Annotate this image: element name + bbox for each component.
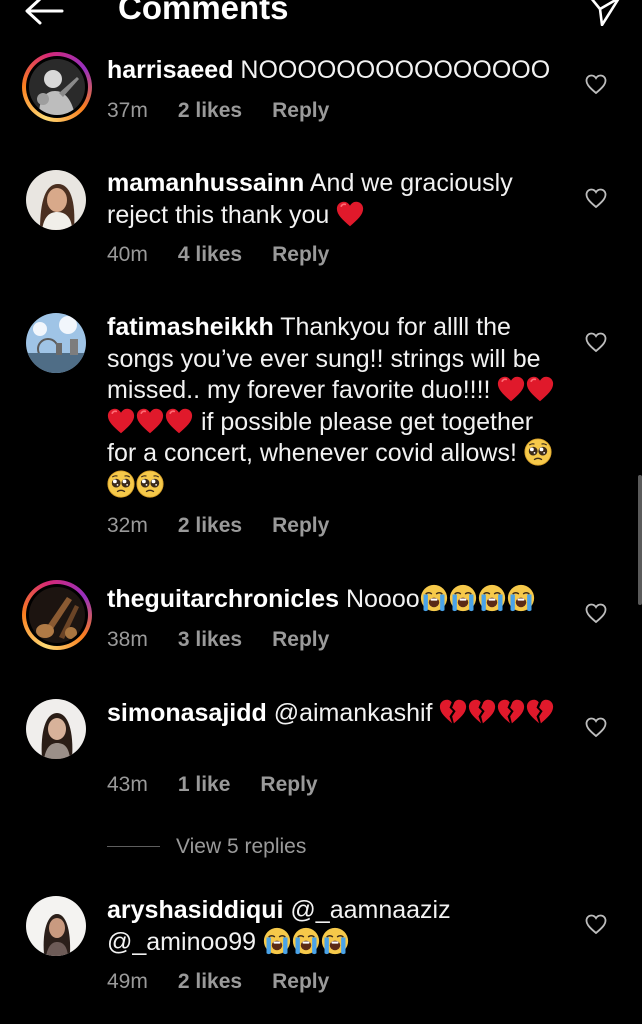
like-heart-icon[interactable] xyxy=(584,601,608,625)
comment-username[interactable]: theguitarchronicles xyxy=(107,585,339,613)
pleading-face-icon xyxy=(136,470,164,498)
avatar[interactable] xyxy=(26,896,86,956)
paper-plane-icon xyxy=(590,0,620,27)
page-title: Comments xyxy=(118,0,289,26)
comment-username[interactable]: aryshasiddiqui xyxy=(107,896,283,924)
loudly-crying-face-icon xyxy=(507,584,535,612)
comment-meta: 32m 2 likes Reply xyxy=(107,511,329,541)
avatar[interactable] xyxy=(26,170,86,230)
comments-screen: Comments harrisaeed NOOOOOOOOOOOOOOO 37m… xyxy=(0,0,642,1024)
comment-likes[interactable]: 2 likes xyxy=(178,511,242,541)
comment-text: fatimasheikkh Thankyou for allll the son… xyxy=(107,312,567,501)
comment-meta: 43m 1 like Reply xyxy=(107,770,318,800)
red-heart-icon xyxy=(165,407,193,435)
pleading-face-icon xyxy=(524,438,552,466)
comment-username[interactable]: fatimasheikkh xyxy=(107,313,274,341)
comment-meta: 38m 3 likes Reply xyxy=(107,625,329,655)
comment-time: 32m xyxy=(107,514,148,537)
crying-emojis xyxy=(420,585,536,613)
comment-meta: 37m 2 likes Reply xyxy=(107,96,329,126)
broken-heart-icon xyxy=(526,698,554,726)
comment-text: aryshasiddiqui @_aamnaaziz @_aminoo99 xyxy=(107,895,567,958)
reply-button[interactable]: Reply xyxy=(272,240,329,270)
loudly-crying-face-icon xyxy=(449,584,477,612)
reply-button[interactable]: Reply xyxy=(272,967,329,997)
view-replies-label: View 5 replies xyxy=(176,835,307,858)
like-heart-icon[interactable] xyxy=(584,330,608,354)
arrow-left-icon xyxy=(25,0,64,25)
comment-username[interactable]: simonasajidd xyxy=(107,699,267,727)
avatar[interactable] xyxy=(26,313,86,373)
red-heart-icon xyxy=(497,375,525,403)
red-heart-icon xyxy=(526,375,554,403)
comment-likes[interactable]: 2 likes xyxy=(178,96,242,126)
broken-heart-icon xyxy=(468,698,496,726)
comment-body: NOOOOOOOOOOOOOOO xyxy=(240,56,551,84)
like-heart-icon[interactable] xyxy=(584,912,608,936)
comment-likes[interactable]: 1 like xyxy=(178,770,231,800)
comment-username[interactable]: harrisaeed xyxy=(107,56,233,84)
header: Comments xyxy=(0,0,642,30)
mention-link[interactable]: @aimankashif xyxy=(274,699,433,727)
comment-time: 40m xyxy=(107,243,148,266)
like-heart-icon[interactable] xyxy=(584,72,608,96)
loudly-crying-face-icon xyxy=(321,927,349,955)
like-heart-icon[interactable] xyxy=(584,186,608,210)
comment-text: simonasajidd @aimankashif xyxy=(107,698,567,730)
avatar xyxy=(29,59,85,115)
comment-time: 49m xyxy=(107,970,148,993)
comment-text: theguitarchronicles Noooo xyxy=(107,584,567,616)
comment-username[interactable]: mamanhussainn xyxy=(107,169,304,197)
comment-likes[interactable]: 2 likes xyxy=(178,967,242,997)
comment-text: mamanhussainn And we graciously reject t… xyxy=(107,168,567,231)
reply-button[interactable]: Reply xyxy=(272,511,329,541)
red-heart-icon xyxy=(136,407,164,435)
comment-time: 37m xyxy=(107,99,148,122)
loudly-crying-face-icon xyxy=(263,927,291,955)
broken-heart-icon xyxy=(497,698,525,726)
avatar[interactable] xyxy=(26,699,86,759)
reply-button[interactable]: Reply xyxy=(260,770,317,800)
avatar-story-ring[interactable] xyxy=(22,52,92,122)
comment-meta: 40m 4 likes Reply xyxy=(107,240,329,270)
broken-heart-emojis xyxy=(439,699,555,727)
comment-meta: 49m 2 likes Reply xyxy=(107,967,329,997)
red-heart-icon xyxy=(107,407,135,435)
share-button[interactable] xyxy=(588,0,622,27)
like-heart-icon[interactable] xyxy=(584,715,608,739)
mention-link[interactable]: @_aamnaaziz xyxy=(290,896,450,924)
reply-button[interactable]: Reply xyxy=(272,625,329,655)
crying-emojis xyxy=(263,928,350,956)
comment-body: Noooo xyxy=(345,585,420,613)
avatar xyxy=(29,587,85,643)
scrollbar[interactable] xyxy=(638,475,642,605)
loudly-crying-face-icon xyxy=(292,927,320,955)
comment-likes[interactable]: 4 likes xyxy=(178,240,242,270)
loudly-crying-face-icon xyxy=(420,584,448,612)
mention-link[interactable]: @_aminoo99 xyxy=(107,928,256,956)
back-button[interactable] xyxy=(22,0,66,26)
comment-time: 38m xyxy=(107,628,148,651)
comment-time: 43m xyxy=(107,773,148,796)
broken-heart-icon xyxy=(439,698,467,726)
replies-divider xyxy=(107,846,160,847)
pleading-face-icon xyxy=(107,470,135,498)
reply-button[interactable]: Reply xyxy=(272,96,329,126)
view-replies-button[interactable]: View 5 replies xyxy=(107,832,407,862)
loudly-crying-face-icon xyxy=(478,584,506,612)
comment-likes[interactable]: 3 likes xyxy=(178,625,242,655)
comment-text: harrisaeed NOOOOOOOOOOOOOOO xyxy=(107,55,567,87)
avatar-story-ring[interactable] xyxy=(22,580,92,650)
red-heart-icon xyxy=(336,200,364,228)
